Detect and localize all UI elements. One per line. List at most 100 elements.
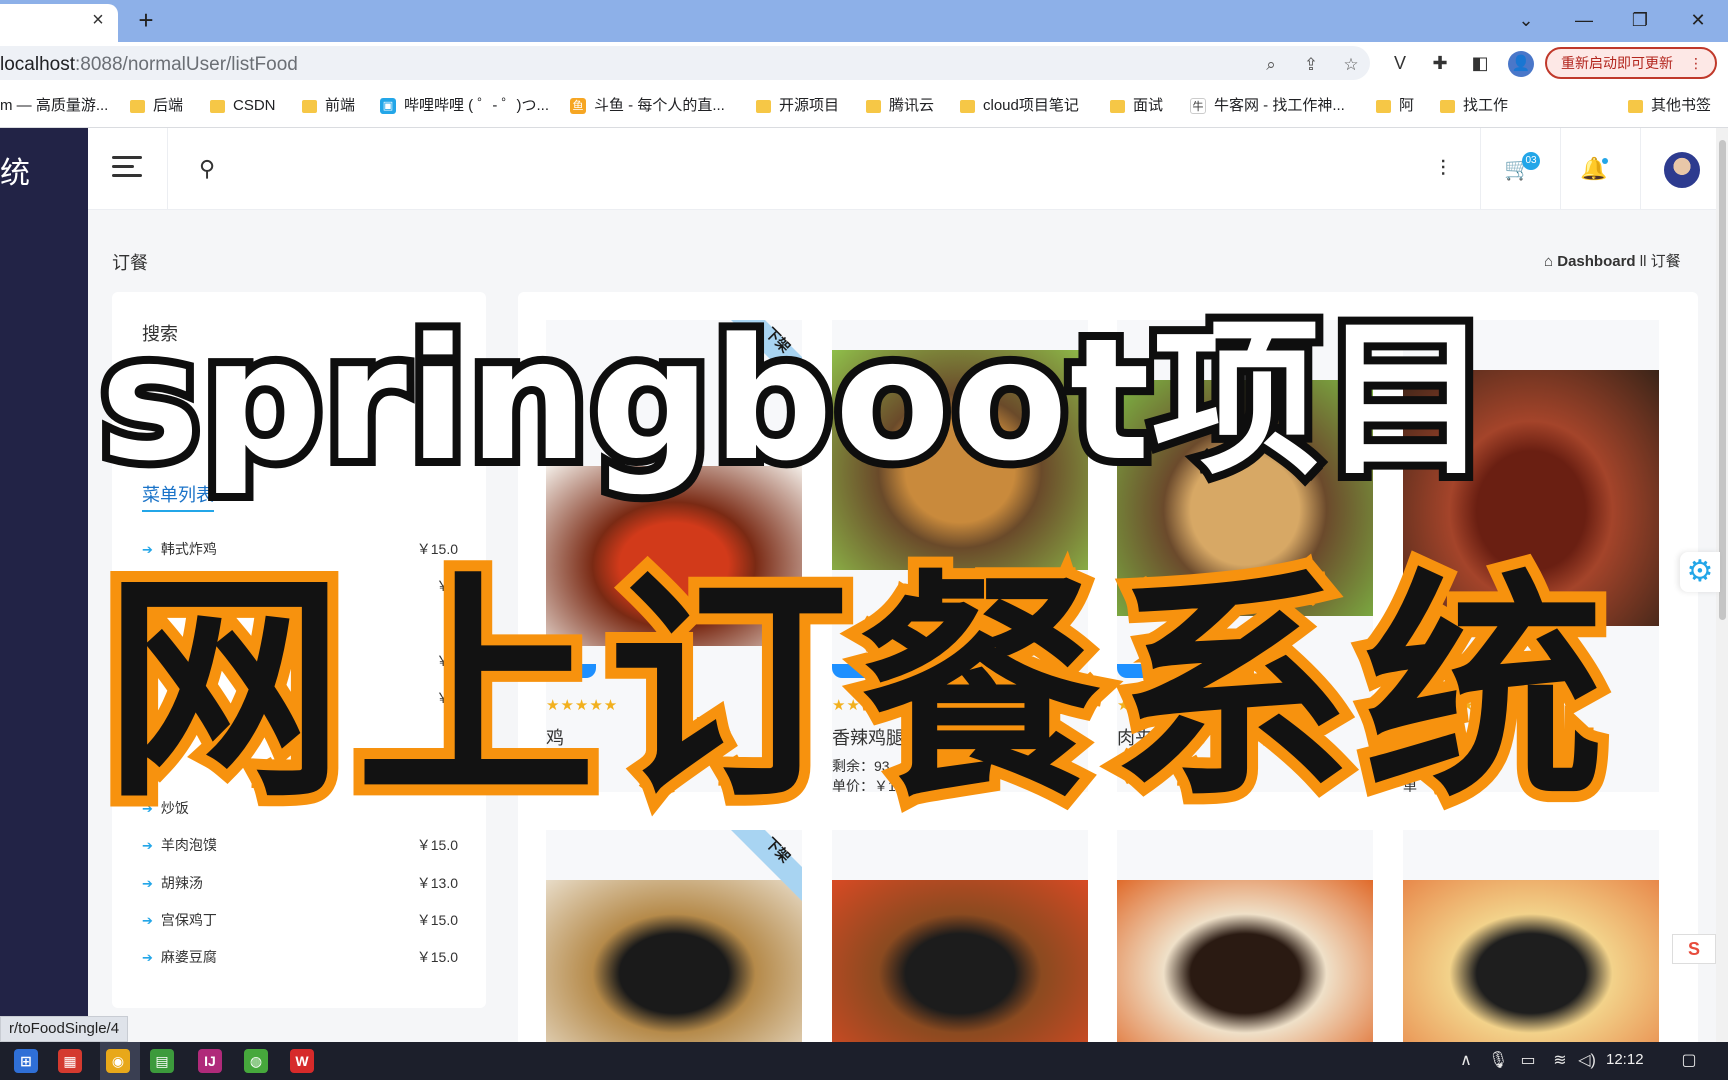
chrome-icon[interactable]: ◉ (106, 1049, 130, 1073)
menu-item-price: ￥15.0 (416, 912, 458, 928)
breadcrumb-dashboard[interactable]: Dashboard (1557, 253, 1635, 270)
side-panel-icon[interactable]: ◧ (1468, 51, 1492, 75)
zoom-icon[interactable]: ⌕ (1260, 54, 1282, 76)
microphone-icon[interactable]: 🎙 (1488, 1050, 1508, 1072)
wechat-icon[interactable]: ◍ (244, 1049, 268, 1073)
folder-icon (866, 99, 881, 113)
food-card[interactable] (832, 830, 1088, 1042)
bookmark-folder[interactable]: 阿 (1376, 96, 1414, 116)
folder-icon (302, 99, 317, 113)
settings-sliders-icon[interactable]: ⫶ (1430, 156, 1456, 182)
tray-chevron-icon[interactable]: ∧ (1456, 1050, 1476, 1072)
bookmark-folder[interactable]: cloud项目笔记 (960, 96, 1079, 116)
bookmark-folder[interactable]: CSDN (210, 96, 276, 116)
bookmark-item[interactable]: m — 高质量游... (0, 96, 108, 116)
folder-icon (960, 99, 975, 113)
relaunch-update-label: 重新启动即可更新 (1561, 55, 1673, 71)
other-bookmarks-folder[interactable]: 其他书签 (1628, 96, 1711, 116)
taskbar-clock[interactable]: 12:12 (1606, 1051, 1644, 1068)
menu-item-price: ￥13.0 (416, 875, 458, 891)
app-icon[interactable]: ▦ (58, 1049, 82, 1073)
minimize-button[interactable]: — (1566, 6, 1602, 34)
windows-taskbar: ⊞ ▦ ◉ ▤ IJ ◍ W ∧ 🎙 ▭ ≋ ◁) 12:12 ▢ (0, 1042, 1728, 1080)
profile-avatar-icon[interactable]: 👤 (1508, 51, 1534, 77)
menu-heading-underline (142, 510, 214, 512)
food-photo[interactable] (1403, 880, 1659, 1042)
bookmark-folder[interactable]: 前端 (302, 96, 355, 116)
food-card[interactable] (1403, 830, 1659, 1042)
notification-center-icon[interactable]: ▢ (1676, 1050, 1702, 1072)
link-status-bar: r/toFoodSingle/4 (0, 1016, 129, 1042)
menu-item-name: 宫保鸡丁 (160, 912, 217, 928)
menu-item[interactable]: ➔ 麻婆豆腐 ￥15.0 (142, 946, 458, 968)
bookmark-folder[interactable]: 面试 (1110, 96, 1163, 116)
page-scrollbar-thumb[interactable] (1719, 140, 1726, 620)
home-icon[interactable]: ⌂ (1544, 253, 1553, 270)
breadcrumb-current: 订餐 (1650, 253, 1681, 270)
user-avatar[interactable] (1662, 150, 1702, 190)
start-icon[interactable]: ⊞ (14, 1049, 38, 1073)
bookmark-folder[interactable]: 开源项目 (756, 96, 839, 116)
browser-toolbar: localhost:8088/normalUser/listFood ⌕ ⇪ ☆… (0, 42, 1728, 84)
header-divider (1560, 128, 1561, 210)
menu-item[interactable]: ➔ 宫保鸡丁 ￥15.0 (142, 909, 458, 931)
vue-devtools-icon[interactable]: V (1388, 51, 1412, 75)
header-divider (1480, 128, 1481, 210)
tab-search-dropdown-icon[interactable]: ⌄ (1508, 6, 1544, 34)
folder-icon (210, 99, 225, 113)
share-icon[interactable]: ⇪ (1300, 54, 1322, 76)
url-path: :8088/normalUser/listFood (75, 54, 298, 75)
menu-item-name: 羊肉泡馍 (160, 837, 217, 853)
restore-button[interactable]: ❐ (1622, 6, 1658, 34)
url-text[interactable]: localhost:8088/normalUser/listFood (0, 54, 298, 76)
new-tab-button[interactable]: + (132, 4, 160, 36)
overlay-title-chinese: 网上订餐系统 (93, 549, 1617, 831)
relaunch-update-button[interactable]: 重新启动即可更新 ⋮ (1545, 47, 1717, 79)
address-bar[interactable]: localhost:8088/normalUser/listFood ⌕ ⇪ ☆ (0, 46, 1370, 80)
input-method-icon[interactable]: S (1672, 934, 1716, 964)
battery-icon[interactable]: ▭ (1516, 1050, 1540, 1072)
food-card[interactable]: 下架 (546, 830, 802, 1042)
breadcrumb-separator: ll (1639, 253, 1647, 270)
arrow-right-icon: ➔ (142, 838, 153, 853)
notepad-icon[interactable]: ▤ (150, 1049, 174, 1073)
tab-strip (0, 0, 1728, 42)
close-window-button[interactable]: ✕ (1680, 6, 1716, 34)
food-photo[interactable] (832, 880, 1088, 1042)
menu-item[interactable]: ➔ 羊肉泡馍 ￥15.0 (142, 834, 458, 856)
tab-close-icon[interactable]: × (86, 8, 110, 32)
bookmark-folder[interactable]: 腾讯云 (866, 96, 934, 116)
food-card[interactable] (1117, 830, 1373, 1042)
arrow-right-icon: ➔ (142, 876, 153, 891)
menu-item-price: ￥15.0 (416, 837, 458, 853)
bookmark-folder[interactable]: 后端 (130, 96, 183, 116)
extensions-puzzle-icon[interactable]: ✚ (1428, 51, 1452, 75)
nowcoder-icon: 牛 (1190, 98, 1206, 114)
bilibili-icon: ▣ (380, 98, 396, 114)
search-icon[interactable]: ⚲ (194, 156, 220, 182)
brand-title: 统 (0, 157, 30, 190)
notification-dot (1602, 158, 1608, 164)
volume-icon[interactable]: ◁) (1576, 1050, 1598, 1072)
folder-icon (130, 99, 145, 113)
overlay-title-english: springboot项目 (92, 294, 1498, 506)
bookmark-folder[interactable]: 找工作 (1440, 96, 1508, 116)
arrow-right-icon: ➔ (142, 913, 153, 928)
wps-icon[interactable]: W (290, 1049, 314, 1073)
menu-toggle-icon[interactable] (112, 156, 142, 178)
menu-item[interactable]: ➔ 胡辣汤 ￥13.0 (142, 872, 458, 894)
bookmark-star-icon[interactable]: ☆ (1340, 54, 1362, 76)
intellij-icon[interactable]: IJ (198, 1049, 222, 1073)
bookmark-item[interactable]: ▣ 哔哩哔哩 ( ゜- ゜)つ... (380, 96, 549, 116)
folder-icon (1376, 99, 1391, 113)
header-divider (167, 128, 168, 210)
cart-count-badge: 03 (1522, 152, 1540, 170)
header-divider (1640, 128, 1641, 210)
menu-item-name: 麻婆豆腐 (160, 949, 217, 965)
bookmark-item[interactable]: 牛牛客网 - 找工作神... (1190, 96, 1345, 116)
menu-item-name: 胡辣汤 (160, 875, 203, 891)
wifi-icon[interactable]: ≋ (1548, 1050, 1572, 1072)
theme-settings-gear-icon[interactable]: ⚙ (1680, 552, 1720, 592)
bookmark-item[interactable]: 鱼斗鱼 - 每个人的直... (570, 96, 725, 116)
food-photo[interactable] (1117, 880, 1373, 1042)
